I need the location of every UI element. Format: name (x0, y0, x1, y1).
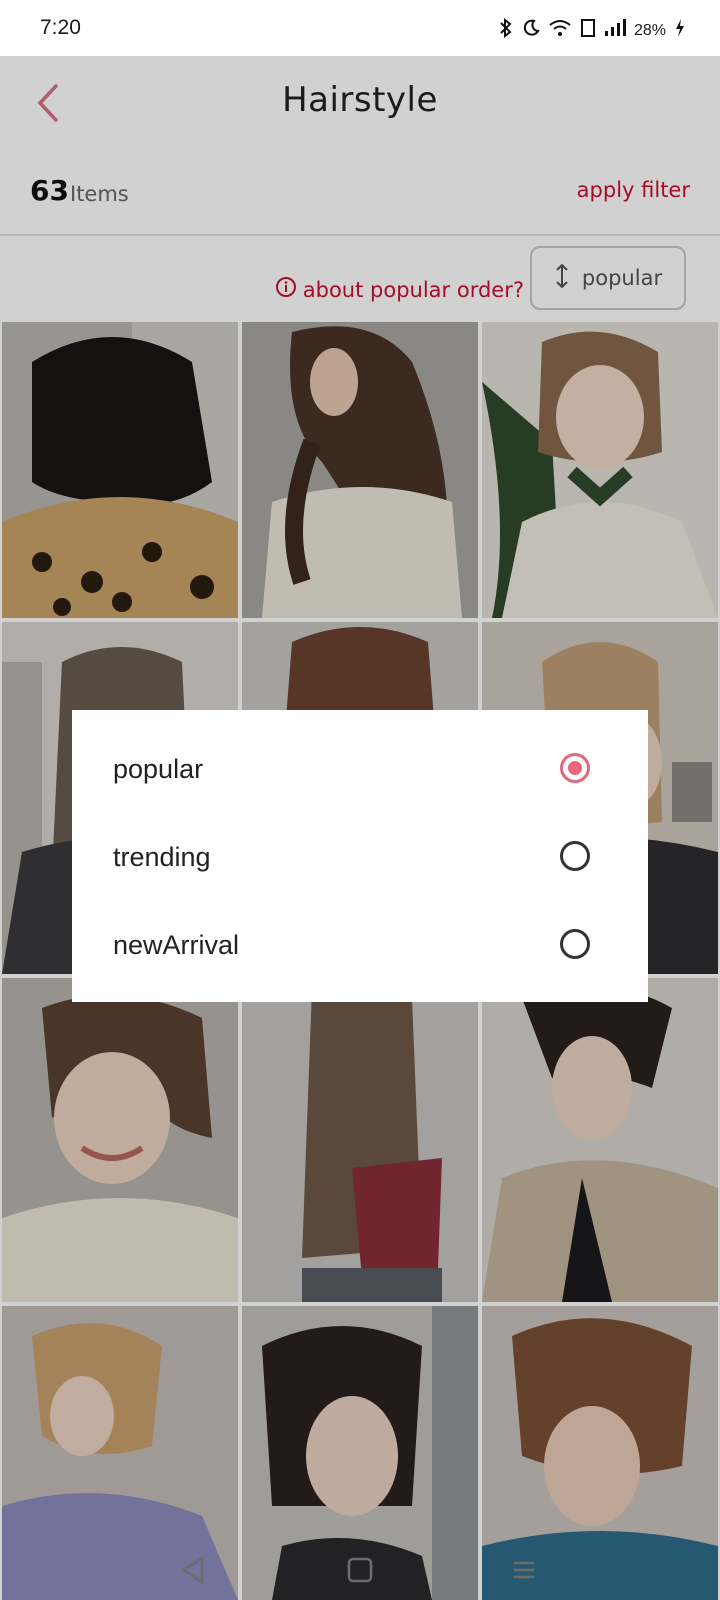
home-square-icon[interactable] (342, 1552, 378, 1588)
bluetooth-icon (498, 17, 514, 43)
battery-label: 28% (633, 21, 666, 39)
sort-option-popular[interactable]: popular (72, 726, 648, 814)
back-triangle-icon[interactable] (176, 1552, 212, 1588)
radio-button-selected[interactable] (560, 753, 590, 783)
radio-button[interactable] (560, 841, 590, 871)
system-nav-bar (0, 1540, 720, 1600)
battery-icon (674, 18, 686, 43)
sort-option-label: popular (113, 754, 204, 784)
moon-icon (522, 19, 540, 42)
status-time: 7:20 (40, 16, 81, 39)
status-icons: 28% (498, 17, 686, 43)
sort-option-trending[interactable]: trending (72, 814, 648, 902)
status-bar: 7:20 28% (0, 0, 720, 56)
sort-dialog: popular trending newArrival (72, 710, 648, 1002)
recents-lines-icon[interactable] (506, 1552, 542, 1588)
sort-option-newarrival[interactable]: newArrival (72, 902, 648, 990)
sort-option-label: newArrival (113, 930, 240, 960)
signal-icon (604, 19, 626, 42)
sort-option-label: trending (113, 842, 211, 872)
radio-button[interactable] (560, 929, 590, 959)
volte-icon (580, 18, 596, 43)
wifi-icon (548, 19, 572, 42)
